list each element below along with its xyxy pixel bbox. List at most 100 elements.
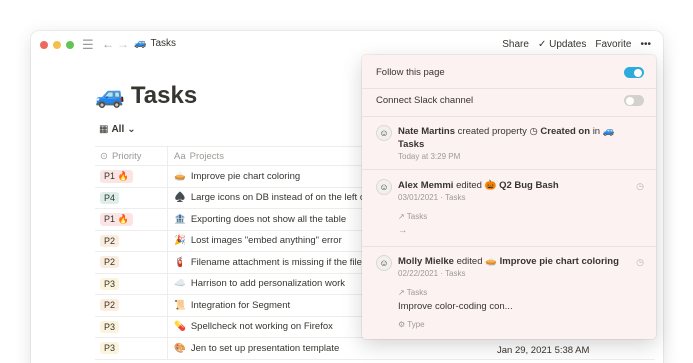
activity-text: Nate Martins created property ◷ Created … (398, 125, 628, 151)
project-cell[interactable]: ☁️ Harrison to add personalization work (167, 273, 346, 294)
activity-item[interactable]: ☺ Nate Martins created property ◷ Create… (376, 125, 644, 165)
slack-channel-label: Connect Slack channel (376, 95, 474, 106)
slack-channel-toggle[interactable] (624, 95, 644, 106)
priority-badge: P2 (100, 256, 120, 269)
priority-column-header[interactable]: ⊙ Priority (95, 151, 167, 162)
text-property-icon: Aa (174, 150, 186, 162)
created-on-cell[interactable]: Jan 29, 2021 5:38 AM (497, 345, 589, 356)
changed-value: Improve color-coding con... (398, 301, 513, 312)
activity-date: 03/01/2021 (398, 193, 439, 202)
activity-database: Tasks (445, 193, 466, 202)
project-icon: 💊 (174, 321, 186, 333)
avatar: ☺ (376, 125, 392, 141)
priority-cell[interactable]: P3 (95, 317, 167, 338)
table-view-icon: ▦ (99, 124, 109, 135)
activity-meta: 03/01/2021 · Tasks (398, 193, 465, 202)
project-cell[interactable]: 📜 Integration for Segment (167, 295, 290, 316)
priority-cell[interactable]: P2 (95, 231, 167, 252)
close-window-button[interactable] (40, 41, 48, 49)
activity-meta: 02/22/2021 · Tasks (398, 269, 465, 278)
more-options-button[interactable]: ••• (640, 39, 651, 50)
view-selector[interactable]: ▦ All ⌄ (99, 124, 136, 135)
activity-item[interactable]: ☺ Molly Mielke edited 🥧 Improve pie char… (376, 255, 644, 339)
activity-text: Molly Mielke edited 🥧 Improve pie chart … (398, 255, 628, 268)
project-name: Large icons on DB instead of on the left… (190, 192, 366, 204)
relation-arrow-icon: ↗ (398, 212, 405, 221)
toggle-knob (634, 68, 642, 77)
view-name: All (111, 124, 125, 135)
activity-item[interactable]: ☺ Alex Memmi edited 🎃 Q2 Bug Bash ◷ 03/0… (376, 179, 644, 239)
priority-header-label: Priority (111, 150, 142, 162)
meta-separator: · (440, 193, 443, 202)
activity-target[interactable]: 🎃 Q2 Bug Bash (485, 180, 559, 191)
breadcrumb[interactable]: 🚙 Tasks (134, 38, 176, 49)
sidebar-menu-icon[interactable]: ☰ (82, 37, 94, 53)
page-title-text[interactable]: Tasks (131, 82, 197, 110)
project-cell[interactable]: 🧯 Filename attachment is missing if the f… (167, 252, 362, 273)
divider (362, 88, 656, 89)
breadcrumb-page-icon: 🚙 (134, 38, 147, 49)
priority-cell[interactable]: P1 🔥 (95, 166, 167, 187)
project-icon: 🎉 (174, 235, 186, 247)
priority-cell[interactable]: P2 (95, 295, 167, 316)
follow-page-label: Follow this page (376, 67, 445, 78)
project-name: Improve pie chart coloring (190, 170, 301, 182)
activity-user: Nate Martins (398, 126, 456, 137)
priority-cell[interactable]: P3 (95, 338, 167, 359)
updates-label: Updates (549, 39, 587, 50)
page-title: 🚙 Tasks (95, 81, 197, 110)
updates-button[interactable]: ✓ Updates (538, 39, 586, 50)
forward-arrow-icon[interactable]: → (117, 37, 129, 51)
project-icon: ♠️ (174, 192, 186, 204)
activity-date: 02/22/2021 (398, 269, 439, 278)
priority-badge: P2 (100, 234, 120, 247)
activity-user: Molly Mielke (398, 256, 454, 267)
follow-page-toggle[interactable] (624, 67, 644, 78)
slack-channel-row[interactable]: Connect Slack channel (376, 95, 644, 106)
activity-action: created property (457, 126, 527, 137)
priority-cell[interactable]: P3 (95, 274, 167, 295)
projects-header-label: Projects (189, 150, 224, 162)
project-name: Harrison to add personalization work (190, 278, 346, 290)
updates-popup: Follow this page Connect Slack channel ☺… (362, 55, 656, 339)
priority-cell[interactable]: P4 (95, 188, 167, 209)
checkmark-icon: ✓ (537, 39, 547, 50)
project-icon: 🥧 (174, 170, 186, 182)
type-gear-icon: ⚙ (398, 320, 406, 329)
activity-user: Alex Memmi (398, 180, 454, 191)
minimize-window-button[interactable] (53, 41, 61, 49)
projects-column-header[interactable]: Aa Projects (167, 146, 224, 166)
follow-page-row[interactable]: Follow this page (376, 67, 644, 78)
activity-time: Today at 3:29 PM (398, 152, 461, 161)
activity-target[interactable]: 🥧 Improve pie chart coloring (485, 256, 619, 267)
project-cell[interactable]: 💊 Spellcheck not working on Firefox (167, 316, 333, 337)
share-button[interactable]: Share (502, 39, 529, 50)
project-name: Exporting does not show all the table (190, 213, 347, 225)
changed-property: ↗ Tasks (398, 288, 427, 297)
project-name: Jen to set up presentation template (190, 342, 340, 354)
project-cell[interactable]: 🥧 Improve pie chart coloring (167, 166, 300, 187)
priority-cell[interactable]: P1 🔥 (95, 209, 167, 230)
top-actions: Share ✓ Updates Favorite ••• (502, 39, 651, 50)
divider (362, 169, 656, 170)
activity-preposition: in (592, 126, 601, 137)
maximize-window-button[interactable] (66, 41, 74, 49)
project-icon: 🧯 (174, 256, 186, 268)
project-cell[interactable]: 🎉 Lost images "embed anything" error (167, 230, 342, 251)
favorite-button[interactable]: Favorite (595, 39, 631, 50)
activity-action: edited (456, 180, 482, 191)
page-icon[interactable]: 🚙 (95, 81, 125, 110)
project-name: Integration for Segment (190, 299, 291, 311)
project-cell[interactable]: ♠️ Large icons on DB instead of on the le… (167, 187, 366, 208)
project-name: Spellcheck not working on Firefox (190, 321, 333, 333)
project-icon: ☁️ (174, 278, 186, 290)
meta-separator: · (440, 269, 443, 278)
changed-value: → (398, 225, 408, 236)
project-cell[interactable]: 🏦 Exporting does not show all the table (167, 209, 346, 230)
project-icon: 🏦 (174, 213, 186, 225)
project-cell[interactable]: 🎨 Jen to set up presentation template (167, 338, 339, 359)
priority-badge: P4 (100, 191, 120, 204)
priority-cell[interactable]: P2 (95, 252, 167, 273)
activity-target[interactable]: ◷ Created on (529, 126, 590, 137)
back-arrow-icon[interactable]: ← (102, 37, 114, 51)
